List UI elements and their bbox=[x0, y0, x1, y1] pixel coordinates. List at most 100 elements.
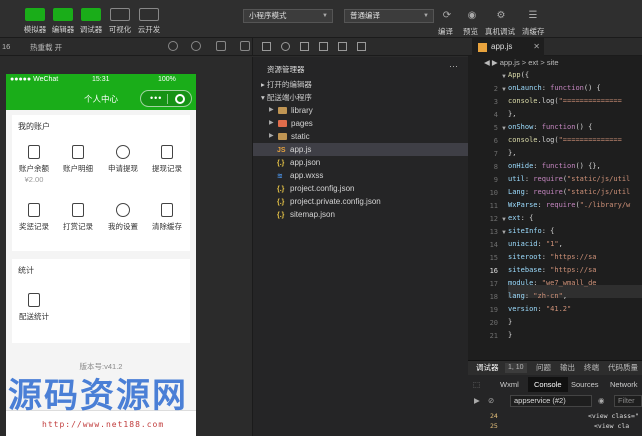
withdraw-item[interactable]: 申请提现 bbox=[101, 145, 145, 174]
files-icon[interactable] bbox=[262, 42, 271, 51]
tab-network[interactable]: Network bbox=[610, 377, 638, 392]
cloud-icon bbox=[139, 8, 159, 21]
tree-folder-static[interactable]: ▶ static bbox=[253, 130, 469, 143]
mini-program-capsule[interactable]: ••• bbox=[140, 90, 192, 107]
fold-chevron-icon[interactable]: ▼ bbox=[501, 230, 507, 236]
tab-problems[interactable]: 问题 bbox=[536, 361, 551, 375]
device-select[interactable]: 16 bbox=[2, 42, 10, 51]
tab-debugger[interactable]: 调试器 bbox=[476, 361, 499, 375]
rotate-icon[interactable] bbox=[168, 41, 178, 51]
open-editors-section[interactable]: ▸ 打开的编辑器 bbox=[261, 79, 312, 90]
play-icon[interactable]: ▶ bbox=[474, 394, 480, 408]
chevron-down-icon: ▼ bbox=[423, 13, 429, 19]
fold-chevron-icon[interactable]: ▼ bbox=[501, 126, 507, 132]
tree-file-app-json[interactable]: {.} app.json bbox=[253, 156, 469, 169]
nav-arrows-icon[interactable]: ◀ ▶ bbox=[484, 58, 500, 67]
folder-icon bbox=[278, 120, 287, 127]
chevron-right-icon: ▶ bbox=[269, 133, 274, 139]
fullscreen-icon[interactable] bbox=[240, 41, 250, 51]
eye-icon[interactable]: ◉ bbox=[598, 394, 605, 408]
tree-file-app-js[interactable]: JS app.js bbox=[253, 143, 469, 156]
extensions-icon[interactable] bbox=[338, 42, 347, 51]
tree-file-sitemap[interactable]: {.} sitemap.json bbox=[253, 208, 469, 221]
block-icon[interactable]: ⊘ bbox=[488, 394, 494, 408]
line-number: 10 bbox=[489, 189, 498, 197]
record-icon[interactable] bbox=[191, 41, 201, 51]
close-target-icon[interactable] bbox=[175, 94, 185, 104]
line-number: 6 bbox=[493, 137, 498, 145]
chevron-right-icon: ▶ bbox=[269, 107, 274, 113]
mode-select[interactable]: 小程序模式 ▼ bbox=[243, 9, 333, 23]
inspect-icon[interactable]: ⬚ bbox=[473, 377, 480, 392]
list-doc-icon bbox=[161, 145, 173, 159]
tab-sources[interactable]: Sources bbox=[571, 377, 599, 392]
tab-console[interactable]: Console bbox=[528, 377, 568, 392]
hot-reload-select[interactable]: 热重载 开 bbox=[30, 42, 62, 53]
filter-input[interactable]: Filter bbox=[614, 395, 642, 407]
context-select[interactable]: appservice (#2) bbox=[510, 395, 592, 407]
sound-icon[interactable] bbox=[216, 41, 226, 51]
line-number: 11 bbox=[489, 202, 498, 210]
code-line: lang: "zh-cn", bbox=[508, 292, 568, 300]
tree-file-project-config[interactable]: {.} project.config.json bbox=[253, 182, 469, 195]
code-line: WxParse: require("./library/w bbox=[508, 201, 631, 209]
status-badge: 1, 10 bbox=[505, 363, 527, 373]
code-line: Lang: require("static/js/util bbox=[508, 188, 631, 196]
debug-run-icon[interactable] bbox=[319, 42, 328, 51]
js-file-icon bbox=[478, 43, 487, 52]
tree-file-project-private-config[interactable]: {.} project.private.config.json bbox=[253, 195, 469, 208]
code-line: console.log("============== bbox=[508, 97, 622, 105]
fold-chevron-icon[interactable]: ▼ bbox=[501, 74, 507, 80]
fold-chevron-icon[interactable]: ▼ bbox=[501, 87, 507, 93]
line-number: 9 bbox=[493, 176, 498, 184]
tree-file-app-wxss[interactable]: ≋ app.wxss bbox=[253, 169, 469, 182]
code-line: onHide: function() {}, bbox=[508, 162, 601, 170]
document-icon bbox=[72, 203, 84, 217]
cloud-db-icon[interactable] bbox=[357, 42, 366, 51]
withdraw-records-item[interactable]: 提现记录 bbox=[145, 145, 189, 174]
document-icon bbox=[72, 145, 84, 159]
tree-folder-library[interactable]: ▶ library bbox=[253, 104, 469, 117]
eye-icon[interactable]: ◉ bbox=[465, 9, 479, 23]
compile-icon[interactable]: ⟳ bbox=[440, 9, 454, 23]
tree-folder-pages[interactable]: ▶ pages bbox=[253, 117, 469, 130]
code-editor[interactable]: ▼ 2 ▼ 3 4 5 ▼ 6 7 8 9 10 11 12 ▼ 13 ▼ 14 15 16 17 18 19 20 21 Ap… bbox=[468, 70, 642, 360]
cloud-dev-button[interactable]: 云开发 bbox=[132, 4, 166, 36]
more-icon[interactable]: ··· bbox=[449, 61, 458, 71]
line-number: 19 bbox=[489, 306, 498, 314]
tab-wxml[interactable]: Wxml bbox=[500, 377, 519, 392]
code-line: } bbox=[508, 331, 513, 339]
layers-icon[interactable]: ☰ bbox=[526, 9, 540, 23]
compile-mode-select[interactable]: 普通编译 ▼ bbox=[344, 9, 434, 23]
tab-app-js[interactable]: app.js ✕ bbox=[472, 38, 544, 56]
line-number: 14 bbox=[489, 241, 498, 249]
fold-chevron-icon[interactable]: ▼ bbox=[501, 217, 507, 223]
clear-cache-item[interactable]: 清除缓存 bbox=[145, 203, 189, 232]
code-line: }, bbox=[508, 149, 517, 157]
more-dots-icon[interactable]: ••• bbox=[150, 94, 162, 103]
reward-records-item[interactable]: 奖惩记录 bbox=[12, 203, 56, 232]
close-icon[interactable]: ✕ bbox=[533, 38, 540, 56]
tip-records-item[interactable]: 打赏记录 bbox=[56, 203, 100, 232]
calendar-grid-icon bbox=[28, 293, 40, 307]
tab-output[interactable]: 输出 bbox=[560, 361, 575, 375]
phone-icon bbox=[25, 8, 45, 21]
project-section[interactable]: ▾ 配送端小程序 bbox=[261, 92, 312, 103]
watermark-url: http://www.net188.com bbox=[42, 420, 165, 429]
code-line: }, bbox=[508, 110, 517, 118]
delivery-stats-item[interactable]: 配送统计 bbox=[12, 293, 56, 322]
real-device-debug-icon[interactable]: ⚙ bbox=[494, 9, 508, 23]
line-gutter: ▼ 2 ▼ 3 4 5 ▼ 6 7 8 9 10 11 12 ▼ 13 ▼ 14 15 16 17 18 19 20 21 bbox=[468, 70, 508, 360]
tab-terminal[interactable]: 终端 bbox=[584, 361, 599, 375]
tab-code-quality[interactable]: 代码质量 bbox=[608, 361, 638, 375]
account-detail-item[interactable]: 账户明细 bbox=[56, 145, 100, 174]
git-icon[interactable] bbox=[300, 42, 309, 51]
code-line: sitebase: "https://sa bbox=[508, 266, 597, 274]
bell-icon bbox=[116, 203, 130, 217]
code-line: uniacid: "1", bbox=[508, 240, 563, 248]
my-settings-item[interactable]: 我的设置 bbox=[101, 203, 145, 232]
code-line: onLaunch: function() { bbox=[508, 84, 601, 92]
account-balance-item[interactable]: 账户余额 ¥2.00 bbox=[12, 145, 56, 184]
search-icon[interactable] bbox=[281, 42, 290, 51]
phone-status-bar: ●●●●● WeChat 15:31 100% bbox=[6, 74, 196, 87]
